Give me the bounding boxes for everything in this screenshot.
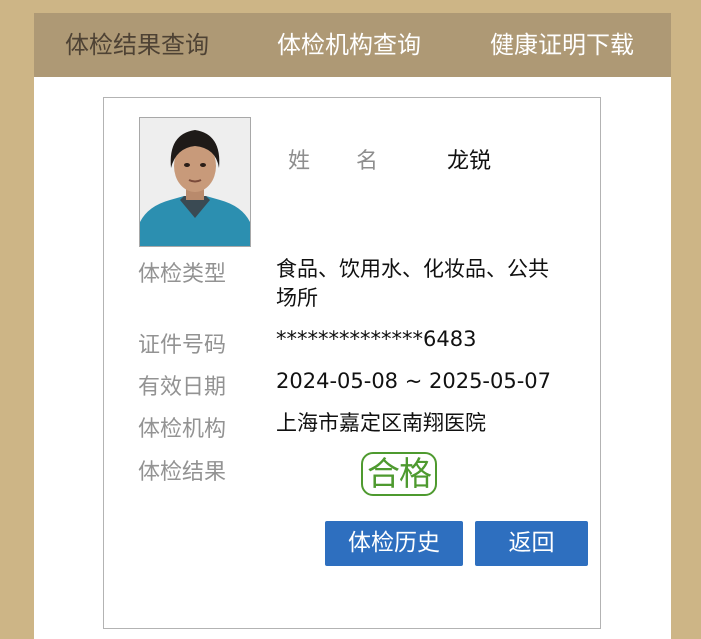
institution-label: 体检机构 bbox=[138, 417, 227, 442]
institution-value: 上海市嘉定区南翔医院 bbox=[276, 411, 486, 435]
exam-type-value: 食品、饮用水、化妆品、公共场所 bbox=[276, 257, 549, 310]
id-number-value: **************6483 bbox=[276, 327, 477, 351]
top-nav: 体检结果查询 体检机构查询 健康证明下载 bbox=[34, 13, 671, 77]
back-button[interactable]: 返回 bbox=[475, 521, 588, 566]
valid-date-label: 有效日期 bbox=[138, 375, 227, 400]
person-portrait-icon bbox=[140, 118, 250, 246]
tab-certificate-download[interactable]: 健康证明下载 bbox=[490, 13, 634, 77]
result-label: 体检结果 bbox=[138, 460, 227, 485]
id-number-label: 证件号码 bbox=[138, 333, 227, 358]
name-value: 龙锐 bbox=[447, 149, 492, 174]
name-label: 姓名 bbox=[288, 149, 379, 174]
tab-institution-query[interactable]: 体检机构查询 bbox=[277, 13, 421, 77]
id-photo bbox=[139, 117, 251, 247]
valid-date-value: 2024-05-08 ~ 2025-05-07 bbox=[276, 369, 552, 393]
main-panel: 体检结果查询 体检机构查询 健康证明下载 姓名 龙锐 体检类型 食品、饮用水、化… bbox=[34, 13, 671, 639]
result-stamp: 合格 bbox=[361, 452, 437, 496]
result-card: 姓名 龙锐 体检类型 食品、饮用水、化妆品、公共场所 证件号码 ********… bbox=[103, 97, 601, 629]
tab-result-query[interactable]: 体检结果查询 bbox=[65, 13, 209, 77]
exam-history-button[interactable]: 体检历史 bbox=[325, 521, 463, 566]
exam-type-label: 体检类型 bbox=[138, 262, 227, 287]
